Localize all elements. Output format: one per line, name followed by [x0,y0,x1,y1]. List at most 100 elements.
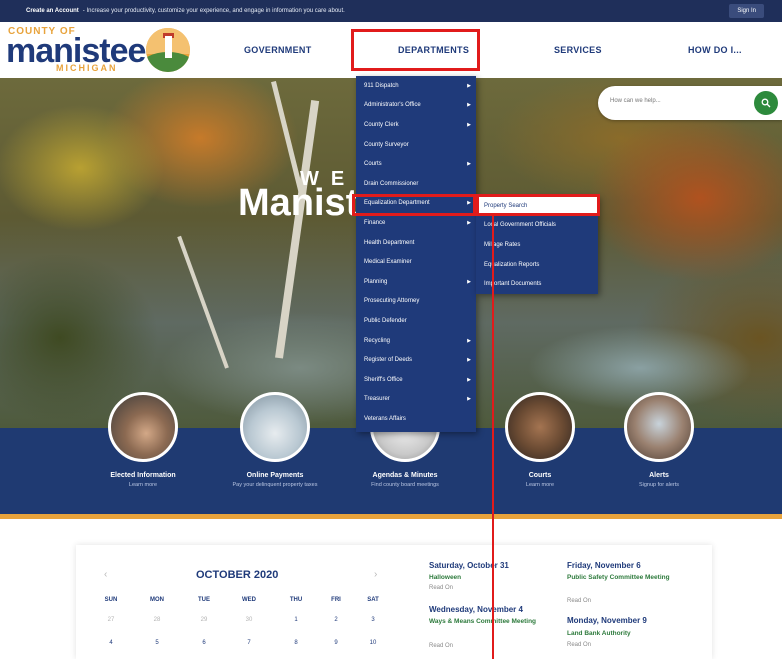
dept-item-label: County Surveyor [364,141,409,148]
calendar-date[interactable]: 1 [281,617,311,623]
dept-item-label: 911 Dispatch [364,82,399,89]
submenu-item-local-government-officials[interactable]: Local Government Officials [476,216,598,236]
birch-tree-image [275,99,320,359]
dept-item-recycling[interactable]: Recycling ▶ [356,331,476,351]
calendar-date[interactable]: 30 [234,617,264,623]
calendar-date[interactable]: 6 [189,640,219,646]
create-account-text: - Increase your productivity, customize … [82,8,345,14]
dept-item-planning[interactable]: Planning ▶ [356,272,476,292]
annotation-connector-line [492,214,494,659]
dept-item-public-defender[interactable]: Public Defender [356,311,476,331]
event-title-link[interactable]: Halloween [429,574,461,581]
quick-link-title: Alerts [649,472,669,479]
calendar-date[interactable]: 10 [358,640,388,646]
calendar-day-header: MON [150,597,164,603]
dept-item-label: Treasurer [364,396,390,403]
laptop-icon [240,392,310,462]
dept-item-sheriffs-office[interactable]: Sheriff's Office ▶ [356,370,476,390]
search-input[interactable]: How can we help... [610,98,661,104]
calendar-date[interactable]: 29 [189,617,219,623]
dept-item-label: Veterans Affairs [364,415,406,422]
calendar-day-header: FRI [331,597,341,603]
county-logo[interactable]: COUNTY OF manistee MICHIGAN [6,26,196,76]
dept-item-prosecuting-attorney[interactable]: Prosecuting Attorney [356,292,476,312]
dept-item-drain-commissioner[interactable]: Drain Commissioner [356,174,476,194]
dept-item-treasurer[interactable]: Treasurer ▶ [356,390,476,410]
dept-item-courts[interactable]: Courts ▶ [356,154,476,174]
chevron-left-icon[interactable]: ‹ [104,569,107,580]
dept-item-health-department[interactable]: Health Department [356,233,476,253]
quick-link-title: Elected Information [110,472,176,479]
calendar-date[interactable]: 9 [321,640,351,646]
calendar-day-header: THU [289,597,303,603]
event-date: Saturday, October 31 [429,561,509,570]
submenu-item-millage-rates[interactable]: Millage Rates [476,235,598,255]
nav-services[interactable]: SERVICES [554,22,602,78]
quick-link-courts[interactable]: Courts Learn more [480,392,600,488]
gavel-icon [505,392,575,462]
event-read-on-link[interactable]: Read On [429,643,453,649]
calendar-date[interactable]: 27 [96,617,126,623]
quick-link-subtitle: Learn more [128,482,158,488]
dept-item-911-dispatch[interactable]: 911 Dispatch ▶ [356,76,476,96]
quick-link-alerts[interactable]: Alerts Signup for alerts [599,392,719,488]
hero-title: Manist [238,182,359,224]
calendar-date[interactable]: 7 [234,640,264,646]
quick-link-title: Courts [528,472,552,479]
event-title-link[interactable]: Land Bank Authority [567,630,631,637]
dept-item-label: Public Defender [364,317,407,324]
departments-dropdown: 911 Dispatch ▶ Administrator's Office ▶ Co… [356,76,476,432]
dept-item-label: Medical Examiner [364,259,412,266]
submenu-item-important-documents[interactable]: Important Documents [476,274,598,294]
quick-link-subtitle: Find county board meetings [371,482,439,488]
events-calendar: ‹ OCTOBER 2020 › SUN MON TUE WED THU FRI… [76,545,712,659]
dept-item-label: Health Department [364,239,415,246]
event-read-on-link[interactable]: Read On [567,642,591,648]
sign-in-button[interactable]: Sign In [729,4,764,18]
dept-item-veterans-affairs[interactable]: Veterans Affairs [356,409,476,429]
calendar-date[interactable]: 4 [96,640,126,646]
dept-item-label: Sheriff's Office [364,376,403,383]
create-account-link[interactable]: Create an Account [26,8,79,14]
top-bar: Create an Account - Increase your produc… [0,0,782,22]
calendar-day-header: WED [242,597,256,603]
event-title-link[interactable]: Public Safety Committee Meeting [567,574,677,581]
dept-item-label: County Clerk [364,121,399,128]
dept-item-administrators-office[interactable]: Administrator's Office ▶ [356,96,476,116]
dept-item-medical-examiner[interactable]: Medical Examiner [356,252,476,272]
search-button[interactable] [754,91,778,115]
event-read-on-link[interactable]: Read On [429,585,453,591]
event-read-on-link[interactable]: Read On [567,598,591,604]
caret-right-icon: ▶ [467,121,471,128]
quick-link-payments[interactable]: Online Payments Pay your delinquent prop… [215,392,335,488]
calendar-date[interactable]: 5 [142,640,172,646]
dept-item-county-clerk[interactable]: County Clerk ▶ [356,115,476,135]
quick-link-elected[interactable]: Elected Information Learn more [83,392,203,488]
nav-government[interactable]: GOVERNMENT [244,22,312,78]
quick-link-title: Online Payments [246,472,304,479]
quick-link-subtitle: Pay your delinquent property taxes [232,482,318,488]
calendar-day-header: SAT [367,597,379,603]
calendar-date[interactable]: 2 [321,617,351,623]
submenu-item-equalization-reports[interactable]: Equalization Reports [476,255,598,275]
dept-item-register-of-deeds[interactable]: Register of Deeds ▶ [356,350,476,370]
calendar-day-header: TUE [198,597,210,603]
calendar-month: OCTOBER 2020 [196,569,279,581]
event-title-link[interactable]: Ways & Means Committee Meeting [429,618,539,625]
caret-right-icon: ▶ [467,357,471,364]
search-icon [761,98,771,108]
calendar-date[interactable]: 28 [142,617,172,623]
logo-state-text: MICHIGAN [56,63,118,73]
nav-how-do-i[interactable]: HOW DO I... [688,22,742,78]
caret-right-icon: ▶ [467,161,471,168]
dept-item-county-surveyor[interactable]: County Surveyor [356,135,476,155]
calendar-date[interactable]: 3 [358,617,388,623]
chevron-right-icon[interactable]: › [374,569,377,580]
departments-highlight-box [351,29,480,71]
hand-icon [108,392,178,462]
dept-item-label: Drain Commissioner [364,180,419,187]
dept-item-finance[interactable]: Finance ▶ [356,213,476,233]
quick-link-title: Agendas & Minutes [372,472,438,479]
calendar-date[interactable]: 8 [281,640,311,646]
dept-item-label: Planning [364,278,388,285]
